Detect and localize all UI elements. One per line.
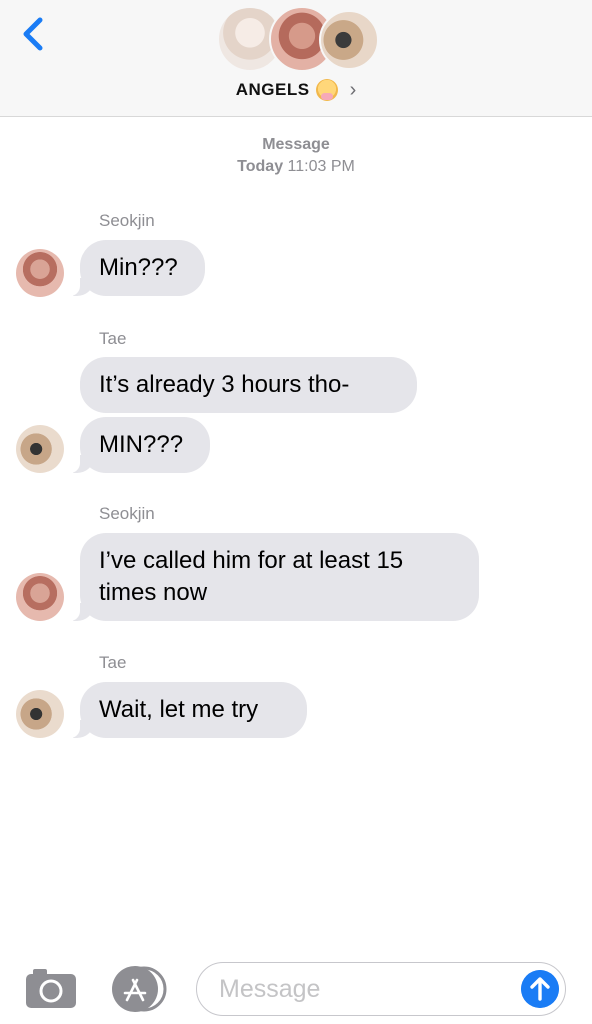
message-text: Wait, let me try (99, 696, 259, 723)
timestamp: Today 11:03 PM (0, 158, 592, 176)
sender-name: Tae (99, 653, 127, 672)
message-bubble[interactable]: Min??? (70, 240, 205, 296)
timestamp-day: Today (237, 158, 284, 175)
chevron-left-icon[interactable] (16, 14, 50, 54)
camera-icon[interactable] (25, 966, 77, 1010)
chevron-right-icon: › (349, 79, 357, 101)
message-text: It’s already 3 hours tho- (99, 371, 350, 398)
baby-angel-emoji-icon (315, 79, 338, 101)
message-bubble[interactable]: It’s already 3 hours tho- (80, 357, 417, 413)
message-bubble[interactable]: I’ve called him for at least 15 times no… (70, 533, 479, 621)
avatar[interactable] (16, 249, 64, 297)
avatar[interactable] (16, 425, 64, 473)
message-bubble[interactable]: Wait, let me try (70, 682, 307, 738)
sender-name: Seokjin (99, 211, 155, 230)
app-store-icon[interactable] (110, 966, 168, 1012)
sender-name: Seokjin (99, 504, 155, 523)
message-text: Min??? (99, 254, 178, 281)
timestamp-time: 11:03 PM (287, 158, 355, 175)
group-details-link[interactable]: ANGELS › (0, 76, 592, 104)
message-placeholder: Message (219, 975, 321, 1003)
avatar[interactable] (16, 690, 64, 738)
message-text: I’ve called him for at least 15 times no… (99, 547, 404, 606)
sender-name: Tae (99, 329, 127, 348)
avatar[interactable] (16, 573, 64, 621)
message-input[interactable]: Message (196, 962, 566, 1016)
conversation-header: ANGELS › (0, 0, 592, 117)
member-avatar (319, 10, 379, 70)
arrow-up-icon[interactable] (521, 970, 559, 1008)
message-bubble[interactable]: MIN??? (70, 417, 210, 473)
message-text: MIN??? (99, 431, 184, 458)
group-name: ANGELS (235, 80, 310, 99)
timestamp-title: Message (262, 136, 330, 153)
group-avatars[interactable] (217, 6, 379, 72)
